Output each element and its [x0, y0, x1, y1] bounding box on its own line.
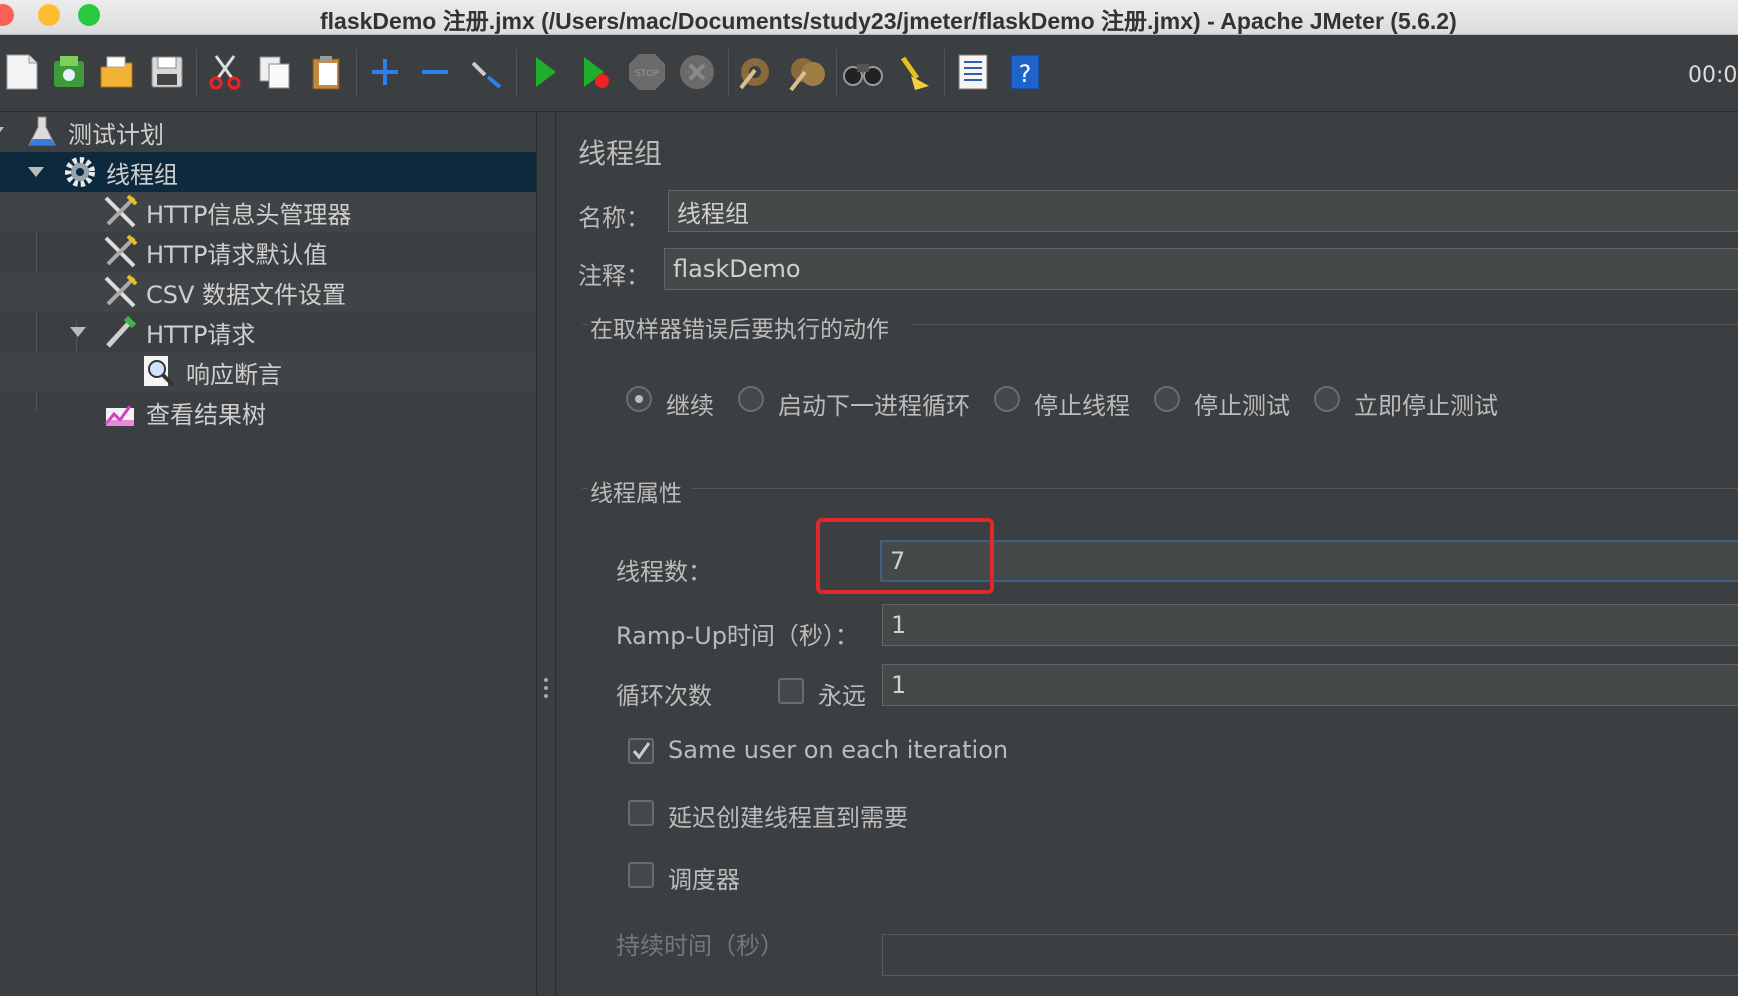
tree-node-test-plan[interactable]: 测试计划: [0, 112, 536, 152]
clear-icon[interactable]: [734, 51, 776, 93]
rampup-label: Ramp-Up时间（秒）：: [616, 622, 859, 650]
test-plan-tree: 测试计划 线程组 HTTP信息头管理器 HTTP请求默认值 CSV 数据文件设置…: [0, 112, 536, 996]
scheduler-label: 调度器: [668, 866, 740, 894]
name-input[interactable]: 线程组: [668, 190, 1738, 232]
new-icon[interactable]: [0, 51, 42, 93]
duration-input: [882, 934, 1738, 976]
thread-group-gear-icon: [60, 152, 100, 192]
test-plan-icon: [22, 112, 62, 152]
search-icon[interactable]: [842, 51, 884, 93]
error-action-section-title: 在取样器错误后要执行的动作: [590, 317, 889, 343]
tree-node-http-header-manager[interactable]: HTTP信息头管理器: [0, 192, 536, 232]
tree-node-http-request[interactable]: HTTP请求: [0, 312, 536, 352]
svg-text:?: ?: [1019, 60, 1032, 88]
radio-continue-label: 继续: [666, 392, 714, 420]
config-tools-icon: [100, 232, 140, 272]
help-icon[interactable]: ?: [1004, 51, 1046, 93]
radio-stop-test-now-label: 立即停止测试: [1354, 392, 1498, 420]
radio-stop-thread[interactable]: [994, 386, 1020, 412]
window-title-bar: flaskDemo 注册.jmx (/Users/mac/Documents/s…: [0, 0, 1738, 35]
zoom-window-button[interactable]: [78, 4, 100, 26]
name-label: 名称：: [578, 204, 650, 232]
tree-node-label: 线程组: [106, 160, 178, 189]
tree-node-label: 查看结果树: [146, 400, 266, 429]
open-icon[interactable]: [96, 51, 138, 93]
svg-text:STOP: STOP: [635, 69, 659, 79]
radio-stop-test-label: 停止测试: [1194, 392, 1290, 420]
threads-label: 线程数：: [616, 558, 712, 586]
forever-label: 永远: [818, 682, 866, 710]
tree-node-label: 测试计划: [68, 120, 164, 149]
minimize-window-button[interactable]: [38, 4, 60, 26]
same-user-label: Same user on each iteration: [668, 736, 1009, 764]
forever-checkbox[interactable]: [778, 678, 804, 704]
start-icon[interactable]: [524, 51, 566, 93]
duration-label: 持续时间（秒）: [616, 932, 784, 960]
comment-input[interactable]: flaskDemo: [664, 248, 1738, 290]
reset-search-icon[interactable]: [894, 51, 936, 93]
tree-node-view-results-tree[interactable]: 查看结果树: [0, 392, 536, 432]
function-helper-icon[interactable]: [952, 51, 994, 93]
config-tools-icon: [100, 192, 140, 232]
tree-node-thread-group[interactable]: 线程组: [0, 152, 536, 192]
listener-chart-icon: [100, 392, 140, 432]
toggle-icon[interactable]: [466, 51, 508, 93]
stop-icon[interactable]: STOP: [626, 51, 668, 93]
scheduler-checkbox[interactable]: [628, 862, 654, 888]
expand-icon[interactable]: [364, 51, 406, 93]
tree-node-label: CSV 数据文件设置: [146, 280, 347, 309]
tree-node-label: HTTP请求: [146, 320, 256, 349]
loop-count-label: 循环次数: [616, 682, 712, 710]
radio-stop-test[interactable]: [1154, 386, 1180, 412]
tree-node-label: HTTP信息头管理器: [146, 200, 352, 229]
tree-node-http-request-defaults[interactable]: HTTP请求默认值: [0, 232, 536, 272]
split-pane-divider[interactable]: [536, 112, 556, 996]
start-no-timers-icon[interactable]: [574, 51, 616, 93]
rampup-input[interactable]: 1: [882, 604, 1738, 646]
tree-node-csv-data-set[interactable]: CSV 数据文件设置: [0, 272, 536, 312]
thread-properties-section-title: 线程属性: [590, 481, 682, 507]
annotation-highlight-box: [816, 518, 994, 594]
panel-title: 线程组: [578, 137, 663, 170]
radio-continue[interactable]: [626, 386, 652, 412]
tree-node-response-assertion[interactable]: 响应断言: [0, 352, 536, 392]
loop-count-input[interactable]: 1: [882, 664, 1738, 706]
radio-stop-test-now[interactable]: [1314, 386, 1340, 412]
tree-node-label: 响应断言: [186, 360, 282, 389]
same-user-checkbox[interactable]: [628, 738, 654, 764]
thread-group-panel: 线程组 名称： 线程组 注释： flaskDemo 在取样器错误后要执行的动作 …: [556, 112, 1738, 996]
radio-stop-thread-label: 停止线程: [1034, 392, 1130, 420]
templates-icon[interactable]: [48, 51, 90, 93]
copy-icon[interactable]: [254, 51, 296, 93]
delay-thread-creation-label: 延迟创建线程直到需要: [668, 804, 908, 832]
paste-icon[interactable]: [306, 51, 348, 93]
save-icon[interactable]: [146, 51, 188, 93]
clear-all-icon[interactable]: [786, 51, 828, 93]
toolbar: STOP ? 00:0: [0, 35, 1738, 112]
delay-thread-creation-checkbox[interactable]: [628, 800, 654, 826]
collapse-icon[interactable]: [414, 51, 456, 93]
comment-label: 注释：: [578, 262, 650, 290]
assertion-magnifier-icon: [140, 352, 180, 392]
tree-node-label: HTTP请求默认值: [146, 240, 328, 269]
shutdown-icon[interactable]: [676, 51, 718, 93]
radio-start-next-loop-label: 启动下一进程循环: [778, 392, 970, 420]
close-window-button[interactable]: [0, 4, 14, 26]
cut-icon[interactable]: [204, 51, 246, 93]
radio-start-next-loop[interactable]: [738, 386, 764, 412]
threads-input[interactable]: 7: [880, 540, 1738, 582]
sampler-pipette-icon: [100, 312, 140, 352]
config-tools-icon: [100, 272, 140, 312]
elapsed-timer: 00:0: [1688, 63, 1738, 88]
window-title: flaskDemo 注册.jmx (/Users/mac/Documents/s…: [320, 8, 1457, 34]
